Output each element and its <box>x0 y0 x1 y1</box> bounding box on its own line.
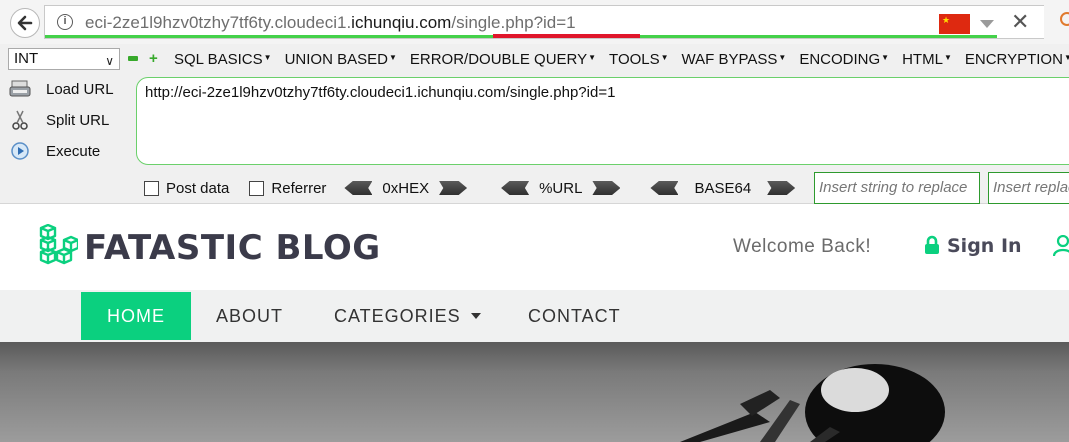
flag-cn-icon[interactable]: ★ <box>939 14 970 34</box>
replace-to-input[interactable]: Insert replacing string <box>988 172 1069 204</box>
logo-cubes-icon[interactable] <box>38 223 80 273</box>
url-host: ichunqiu.com <box>351 13 452 32</box>
url-encode-arrow-icon[interactable] <box>592 181 621 195</box>
plus-button[interactable]: + <box>149 51 158 66</box>
menu-error-double-query[interactable]: ERROR/DOUBLE QUERY▼ <box>410 51 596 68</box>
url-textarea[interactable]: http://eci-2ze1l9hzv0tzhy7tf6ty.cloudeci… <box>136 77 1069 165</box>
welcome-text: Welcome Back! <box>733 236 872 257</box>
info-icon[interactable]: i <box>57 14 73 30</box>
extension-icon[interactable] <box>1060 12 1069 26</box>
base64-encode-arrow-icon[interactable] <box>767 181 796 195</box>
referrer-checkbox[interactable] <box>249 180 265 196</box>
execute-label: Execute <box>46 142 101 160</box>
caret-down-icon <box>470 313 481 319</box>
hex-decode-arrow-icon[interactable] <box>344 181 373 195</box>
menu-encoding[interactable]: ENCODING▼ <box>799 51 889 68</box>
back-button[interactable] <box>10 8 40 38</box>
type-select-value: INT <box>14 50 39 67</box>
url-decode-arrow-icon[interactable] <box>501 181 530 195</box>
nav-categories[interactable]: CATEGORIES <box>334 290 481 338</box>
hero-image <box>0 342 1069 442</box>
hex-encode-arrow-icon[interactable] <box>439 181 468 195</box>
load-url-label: Load URL <box>46 80 114 98</box>
nav-home[interactable]: HOME <box>81 292 191 340</box>
dropdown-arrow-icon[interactable] <box>980 20 994 28</box>
options-row: Post data Referrer 0xHEX %URL BASE64 <box>144 176 796 200</box>
hackbar-menu: SQL BASICS▼ UNION BASED▼ ERROR/DOUBLE QU… <box>174 51 1069 68</box>
desk-lamp-image <box>680 364 945 442</box>
nav-categories-label: CATEGORIES <box>334 306 461 326</box>
back-arrow-icon <box>17 15 33 31</box>
close-icon[interactable]: ✕ <box>1011 9 1029 35</box>
split-url-button[interactable]: Split URL <box>8 107 109 133</box>
user-icon[interactable] <box>1052 234 1069 262</box>
load-url-button[interactable]: Load URL <box>8 76 114 102</box>
split-url-label: Split URL <box>46 111 110 129</box>
menu-sql-basics[interactable]: SQL BASICS▼ <box>174 51 272 68</box>
address-text[interactable]: eci-2ze1l9hzv0tzhy7tf6ty.cloudeci1.ichun… <box>85 13 576 33</box>
lock-icon <box>924 235 940 260</box>
replace-from-input[interactable]: Insert string to replace <box>814 172 980 204</box>
browser-url-bar: i eci-2ze1l9hzv0tzhy7tf6ty.cloudeci1.ich… <box>0 0 1069 44</box>
url-path: /single.php?id=1 <box>451 13 576 32</box>
site-header: FATASTIC BLOG Welcome Back! Sign In <box>0 204 1069 290</box>
execute-icon <box>8 140 32 162</box>
main-nav: HOME ABOUT CATEGORIES CONTACT <box>0 290 1069 342</box>
address-bar[interactable]: i eci-2ze1l9hzv0tzhy7tf6ty.cloudeci1.ich… <box>44 5 1044 39</box>
nav-contact[interactable]: CONTACT <box>528 290 621 338</box>
post-data-checkbox[interactable] <box>144 180 159 196</box>
type-select[interactable]: INT ∨ <box>8 48 120 70</box>
url-gray-prefix: eci-2ze1l9hzv0tzhy7tf6ty.cloudeci1. <box>85 13 352 32</box>
execute-button[interactable]: Execute <box>8 138 100 164</box>
referrer-label: Referrer <box>271 179 327 197</box>
highlight-line <box>493 34 640 38</box>
menu-union-based[interactable]: UNION BASED▼ <box>285 51 397 68</box>
menu-encryption[interactable]: ENCRYPTION▼ <box>965 51 1069 68</box>
sign-in-link[interactable]: Sign In <box>947 235 1022 257</box>
hackbar-panel: INT ∨ + SQL BASICS▼ UNION BASED▼ ERROR/D… <box>0 44 1069 204</box>
hex-label: 0xHEX <box>382 179 430 197</box>
post-data-label: Post data <box>166 179 230 197</box>
menu-waf-bypass[interactable]: WAF BYPASS▼ <box>682 51 787 68</box>
url-encoding-label: %URL <box>539 179 583 197</box>
site-logo-text[interactable]: FATASTIC BLOG <box>84 228 381 268</box>
nav-about[interactable]: ABOUT <box>216 290 283 338</box>
base64-label: BASE64 <box>694 179 752 197</box>
chevron-down-icon: ∨ <box>105 54 114 68</box>
minus-button[interactable] <box>128 56 138 61</box>
menu-tools[interactable]: TOOLS▼ <box>609 51 669 68</box>
base64-decode-arrow-icon[interactable] <box>650 181 679 195</box>
menu-html[interactable]: HTML▼ <box>902 51 952 68</box>
load-url-icon <box>8 78 32 100</box>
split-url-icon <box>8 109 32 131</box>
